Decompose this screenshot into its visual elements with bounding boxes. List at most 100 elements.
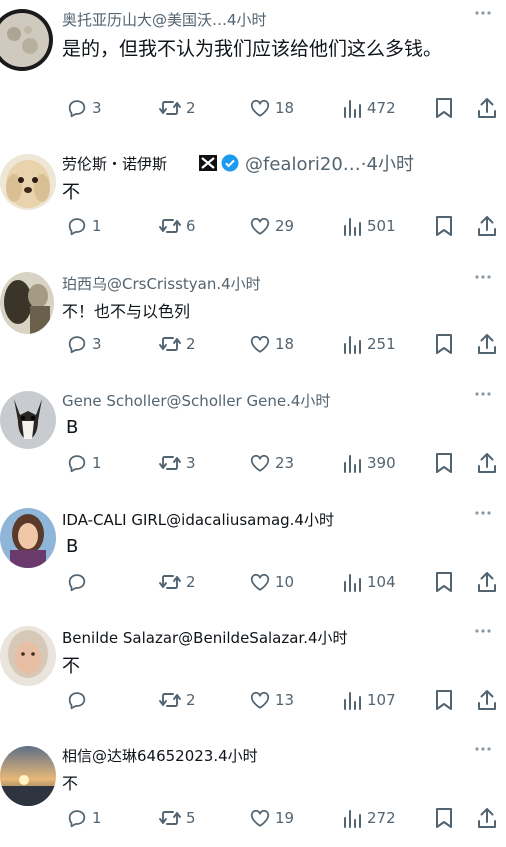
more-options-icon[interactable] [474, 10, 492, 16]
retweet-button[interactable]: 2 [158, 94, 196, 122]
more-options-icon[interactable] [474, 746, 492, 752]
comment-icon [68, 692, 86, 710]
share-button[interactable] [476, 449, 498, 477]
share-button[interactable] [476, 686, 498, 714]
retweet-button[interactable]: 3 [158, 449, 196, 477]
heart-icon [250, 217, 270, 235]
bookmark-button[interactable] [434, 94, 454, 122]
more-options-icon[interactable] [474, 510, 492, 516]
like-button[interactable]: 19 [249, 804, 294, 832]
retweet-button[interactable]: 6 [158, 212, 196, 240]
retweet-icon [159, 101, 181, 115]
reply-item: 奥托亚历山大@美国沃…4小时 是的，但我不认为我们应该给他们这么多钱。 3 2 … [0, 6, 506, 118]
retweet-button[interactable]: 5 [158, 804, 196, 832]
comment-count: 1 [92, 454, 102, 472]
verified-icon [221, 154, 239, 172]
like-button[interactable]: 18 [249, 330, 294, 358]
reply-author[interactable]: IDA-CALI GIRL@idacaliusamag.4小时 [62, 508, 466, 530]
retweet-icon [159, 693, 181, 707]
retweet-icon [159, 337, 181, 351]
reply-button[interactable] [66, 568, 92, 596]
reply-author[interactable]: Benilde Salazar@BenildeSalazar.4小时 [62, 626, 466, 648]
avatar[interactable] [0, 626, 56, 686]
like-button[interactable]: 13 [249, 686, 294, 714]
views-count: 472 [367, 99, 396, 117]
reply-author[interactable]: 奥托亚历山大@美国沃…4小时 [62, 8, 466, 30]
more-options-icon[interactable] [474, 274, 492, 280]
retweet-count: 2 [186, 573, 196, 591]
bookmark-icon [436, 572, 452, 592]
like-button[interactable]: 23 [249, 449, 294, 477]
bookmark-button[interactable] [434, 212, 454, 240]
comment-count: 1 [92, 217, 102, 235]
views-button[interactable]: 107 [341, 686, 396, 714]
views-icon [344, 455, 361, 473]
reply-author[interactable]: 劳伦斯・诺伊斯 [62, 153, 167, 174]
reply-button[interactable]: 1 [66, 804, 102, 832]
comment-icon [68, 336, 86, 354]
reply-text: 不 [62, 774, 79, 793]
views-button[interactable]: 390 [341, 449, 396, 477]
comment-count: 1 [92, 809, 102, 827]
like-button[interactable]: 18 [249, 94, 294, 122]
like-button[interactable]: 29 [249, 212, 294, 240]
comment-icon [68, 218, 86, 236]
bookmark-button[interactable] [434, 330, 454, 358]
reply-author[interactable]: Gene Scholler@Scholler Gene.4小时 [62, 389, 466, 411]
retweet-button[interactable]: 2 [158, 330, 196, 358]
reply-button[interactable]: 1 [66, 449, 102, 477]
reply-button[interactable] [66, 686, 92, 714]
share-icon [478, 572, 496, 592]
share-button[interactable] [476, 804, 498, 832]
share-icon [478, 808, 496, 828]
share-button[interactable] [476, 212, 498, 240]
like-count: 18 [275, 335, 295, 353]
retweet-count: 2 [186, 99, 196, 117]
more-options-icon[interactable] [474, 391, 492, 397]
retweet-count: 2 [186, 335, 196, 353]
reply-button[interactable]: 3 [66, 94, 102, 122]
share-button[interactable] [476, 330, 498, 358]
reply-author[interactable]: 相信@达琳64652023.4小时 [62, 744, 466, 766]
reply-item: 劳伦斯・诺伊斯 @fealori20…·4小时 不 1 6 29 501 [0, 150, 506, 250]
bookmark-icon [436, 334, 452, 354]
bookmark-button[interactable] [434, 686, 454, 714]
avatar[interactable] [0, 746, 56, 806]
views-button[interactable]: 104 [341, 568, 396, 596]
like-count: 18 [275, 99, 295, 117]
share-button[interactable] [476, 94, 498, 122]
views-button[interactable]: 272 [341, 804, 396, 832]
like-count: 10 [275, 573, 295, 591]
views-button[interactable]: 251 [341, 330, 396, 358]
reply-button[interactable]: 3 [66, 330, 102, 358]
avatar[interactable] [0, 8, 54, 72]
reply-actions: 1 3 23 390 [0, 449, 506, 477]
retweet-button[interactable]: 2 [158, 686, 196, 714]
reply-author[interactable]: 珀西乌@CrsCrisstyan.4小时 [62, 272, 466, 294]
retweet-button[interactable]: 2 [158, 568, 196, 596]
comment-count: 3 [92, 335, 102, 353]
share-button[interactable] [476, 568, 498, 596]
avatar[interactable] [0, 391, 56, 449]
heart-icon [250, 691, 270, 709]
share-icon [478, 216, 496, 236]
reply-handle[interactable]: @fealori20…·4小时 [245, 152, 414, 174]
views-count: 390 [367, 454, 396, 472]
views-button[interactable]: 501 [341, 212, 396, 240]
bookmark-button[interactable] [434, 804, 454, 832]
views-count: 104 [367, 573, 396, 591]
like-button[interactable]: 10 [249, 568, 294, 596]
like-count: 23 [275, 454, 295, 472]
reply-header: 劳伦斯・诺伊斯 @fealori20…·4小时 [62, 152, 496, 174]
share-icon [478, 334, 496, 354]
avatar[interactable] [0, 508, 56, 568]
reply-button[interactable]: 1 [66, 212, 102, 240]
retweet-icon [159, 575, 181, 589]
more-options-icon[interactable] [474, 628, 492, 634]
bookmark-button[interactable] [434, 568, 454, 596]
avatar[interactable] [0, 272, 54, 334]
views-button[interactable]: 472 [341, 94, 396, 122]
avatar[interactable] [0, 154, 56, 210]
bookmark-button[interactable] [434, 449, 454, 477]
views-icon [344, 100, 361, 118]
